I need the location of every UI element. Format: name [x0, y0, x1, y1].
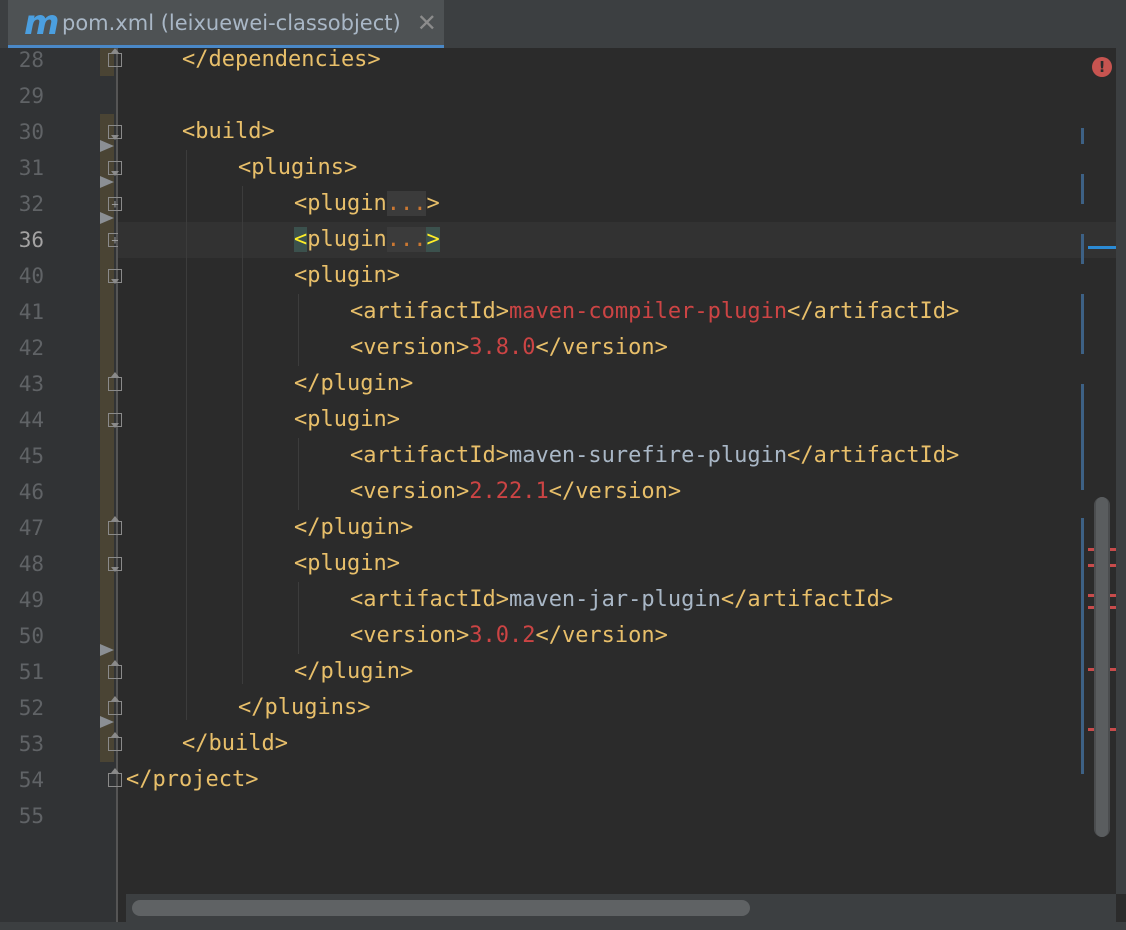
fold-end-icon[interactable]	[108, 660, 122, 679]
editor-tab-bar: m pom.xml (leixuewei-classobject) ✕	[0, 0, 1126, 48]
line-number[interactable]: 40	[0, 258, 44, 294]
change-stripe	[1081, 234, 1084, 264]
code-line-54: </project>	[126, 767, 259, 792]
fold-start-icon[interactable]	[108, 161, 122, 176]
indent-guide	[242, 186, 243, 684]
fold-end-icon[interactable]	[108, 768, 122, 787]
line-number[interactable]: 49	[0, 582, 44, 618]
horizontal-scrollbar-thumb[interactable]	[132, 900, 750, 916]
change-stripe	[1081, 174, 1084, 204]
line-number[interactable]: 30	[0, 114, 44, 150]
line-number[interactable]: 29	[0, 78, 44, 114]
caret-position-marker	[1088, 246, 1116, 249]
code-line-45: <artifactId>maven-surefire-plugin</artif…	[350, 443, 960, 468]
line-number[interactable]: 43	[0, 366, 44, 402]
code-line-50: <version>3.0.2</version>	[350, 623, 668, 648]
line-number[interactable]: 47	[0, 510, 44, 546]
close-icon[interactable]: ✕	[417, 9, 437, 37]
fold-end-icon[interactable]	[108, 372, 122, 391]
fold-end-icon[interactable]	[108, 48, 122, 67]
indent-guide	[186, 150, 187, 720]
code-line-40: <plugin>	[294, 263, 400, 288]
current-line-highlight	[118, 222, 1116, 258]
line-number[interactable]: 42	[0, 330, 44, 366]
fold-start-icon[interactable]	[108, 557, 122, 572]
expand-icon[interactable]: +	[108, 197, 122, 211]
code-line-44: <plugin>	[294, 407, 400, 432]
code-line-52: </plugins>	[238, 695, 371, 720]
indent-guide	[298, 294, 299, 366]
code-line-41: <artifactId>maven-compiler-plugin</artif…	[350, 299, 960, 324]
code-line-48: <plugin>	[294, 551, 400, 576]
code-line-28: </dependencies>	[182, 47, 381, 72]
line-number[interactable]: 48	[0, 546, 44, 582]
change-stripe	[1081, 518, 1084, 774]
fold-caret	[100, 212, 114, 224]
fold-end-icon[interactable]	[108, 516, 122, 535]
line-number[interactable]: 53	[0, 726, 44, 762]
line-number[interactable]: 52	[0, 690, 44, 726]
line-number[interactable]: 36	[0, 222, 44, 258]
fold-caret	[100, 716, 114, 728]
line-number[interactable]: 46	[0, 474, 44, 510]
tab-pom-xml[interactable]: m pom.xml (leixuewei-classobject) ✕	[8, 0, 444, 48]
change-stripe	[1081, 384, 1084, 490]
code-line-31: <plugins>	[238, 155, 358, 180]
code-line-36: <plugin...>	[294, 227, 440, 252]
fold-start-icon[interactable]	[108, 125, 122, 140]
gutter-separator	[116, 48, 118, 930]
fold-start-icon[interactable]	[108, 269, 122, 284]
line-number[interactable]: 32	[0, 186, 44, 222]
fold-caret	[100, 176, 114, 188]
change-stripe	[1081, 294, 1084, 354]
code-line-32: <plugin...>	[294, 191, 440, 216]
error-icon[interactable]: !	[1092, 57, 1112, 77]
line-number[interactable]: 51	[0, 654, 44, 690]
line-number[interactable]: 54	[0, 762, 44, 798]
code-line-46: <version>2.22.1</version>	[350, 479, 682, 504]
code-line-30: <build>	[182, 119, 275, 144]
bottom-border	[0, 922, 1126, 930]
folded-region[interactable]: ...	[386, 227, 427, 252]
line-number[interactable]: 31	[0, 150, 44, 186]
line-number[interactable]: 28	[0, 42, 44, 78]
folded-region[interactable]: ...	[386, 191, 427, 216]
code-line-53: </build>	[182, 731, 288, 756]
change-stripe	[1081, 128, 1084, 144]
line-number[interactable]: 44	[0, 402, 44, 438]
line-number[interactable]: 41	[0, 294, 44, 330]
code-line-49: <artifactId>maven-jar-plugin</artifactId…	[350, 587, 894, 612]
fold-caret	[100, 644, 114, 656]
code-line-43: </plugin>	[294, 371, 414, 396]
line-number[interactable]: 45	[0, 438, 44, 474]
right-strip	[1116, 48, 1126, 894]
indent-guide	[298, 582, 299, 654]
fold-end-icon[interactable]	[108, 732, 122, 751]
tab-title: pom.xml (leixuewei-classobject)	[62, 10, 401, 35]
line-number[interactable]: 50	[0, 618, 44, 654]
code-line-42: <version>3.8.0</version>	[350, 335, 668, 360]
code-line-47: </plugin>	[294, 515, 414, 540]
indent-guide	[298, 438, 299, 510]
line-number[interactable]: 55	[0, 798, 44, 834]
fold-caret	[100, 140, 114, 152]
maven-file-icon: m	[24, 2, 60, 43]
fold-start-icon[interactable]	[108, 413, 122, 428]
code-line-51: </plugin>	[294, 659, 414, 684]
fold-end-icon[interactable]	[108, 696, 122, 715]
vertical-scrollbar-thumb[interactable]	[1096, 497, 1108, 837]
